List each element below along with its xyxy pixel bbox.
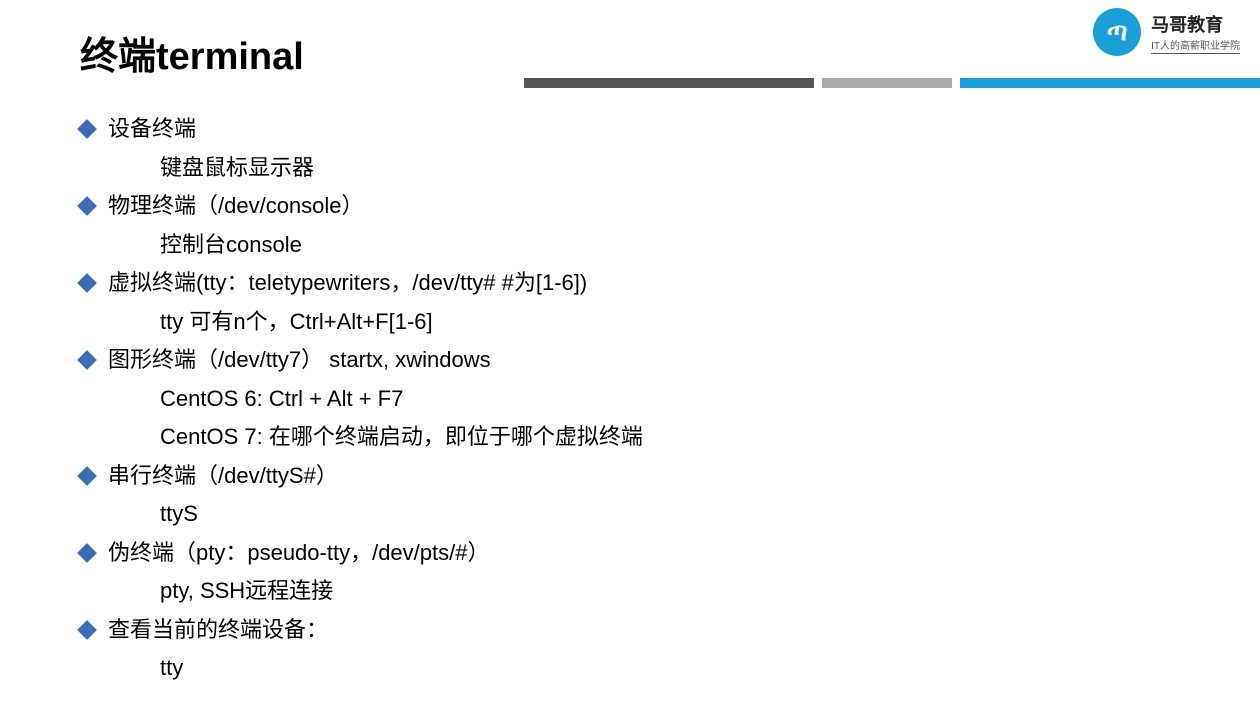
bullet-heading: 查看当前的终端设备：: [108, 611, 328, 650]
logo-text: 马哥教育 IT人的高薪职业学院: [1151, 11, 1240, 54]
bullet-item: 串行终端（/dev/ttyS#）: [80, 457, 1260, 496]
logo-title: 马哥教育: [1151, 11, 1240, 37]
slide-title: 终端terminal: [80, 25, 1260, 80]
bullet-subitem: pty, SSH远程连接: [80, 572, 1260, 611]
bullet-subitem: 控制台console: [80, 226, 1260, 265]
diamond-icon: [77, 543, 97, 563]
bullet-subitem: ttyS: [80, 495, 1260, 534]
bullet-item: 伪终端（pty：pseudo-tty，/dev/pts/#）: [80, 534, 1260, 573]
diamond-icon: [77, 466, 97, 486]
bullet-item: 虚拟终端(tty：teletypewriters，/dev/tty# #为[1-…: [80, 264, 1260, 303]
diamond-icon: [77, 119, 97, 139]
bullet-subitem: 键盘鼠标显示器: [80, 149, 1260, 188]
slide: 终端terminal ጣ 马哥教育 IT人的高薪职业学院 设备终端键盘鼠标显示器…: [0, 0, 1260, 703]
diamond-icon: [77, 273, 97, 293]
bullet-heading: 虚拟终端(tty：teletypewriters，/dev/tty# #为[1-…: [108, 264, 587, 303]
diamond-icon: [77, 350, 97, 370]
accent-bars: [524, 78, 1260, 88]
bullet-item: 查看当前的终端设备：: [80, 611, 1260, 650]
logo-icon: ጣ: [1093, 8, 1141, 56]
bar-gray: [822, 78, 952, 88]
logo-subtitle: IT人的高薪职业学院: [1151, 37, 1240, 54]
bullet-heading: 伪终端（pty：pseudo-tty，/dev/pts/#）: [108, 534, 489, 573]
content-list: 设备终端键盘鼠标显示器物理终端（/dev/console）控制台console虚…: [80, 110, 1260, 688]
bullet-item: 设备终端: [80, 110, 1260, 149]
diamond-icon: [77, 196, 97, 216]
logo-area: ጣ 马哥教育 IT人的高薪职业学院: [1093, 8, 1240, 56]
bullet-subitem: tty: [80, 649, 1260, 688]
bar-dark: [524, 78, 814, 88]
bullet-subitem: tty 可有n个，Ctrl+Alt+F[1-6]: [80, 303, 1260, 342]
bullet-item: 图形终端（/dev/tty7） startx, xwindows: [80, 341, 1260, 380]
bullet-heading: 设备终端: [108, 110, 196, 149]
bullet-item: 物理终端（/dev/console）: [80, 187, 1260, 226]
bullet-subitem: CentOS 6: Ctrl + Alt + F7: [80, 380, 1260, 419]
bar-blue: [960, 78, 1260, 88]
bullet-subitem: CentOS 7: 在哪个终端启动，即位于哪个虚拟终端: [80, 418, 1260, 457]
bullet-heading: 图形终端（/dev/tty7） startx, xwindows: [108, 341, 491, 380]
bullet-heading: 物理终端（/dev/console）: [108, 187, 364, 226]
bullet-heading: 串行终端（/dev/ttyS#）: [108, 457, 338, 496]
diamond-icon: [77, 620, 97, 640]
